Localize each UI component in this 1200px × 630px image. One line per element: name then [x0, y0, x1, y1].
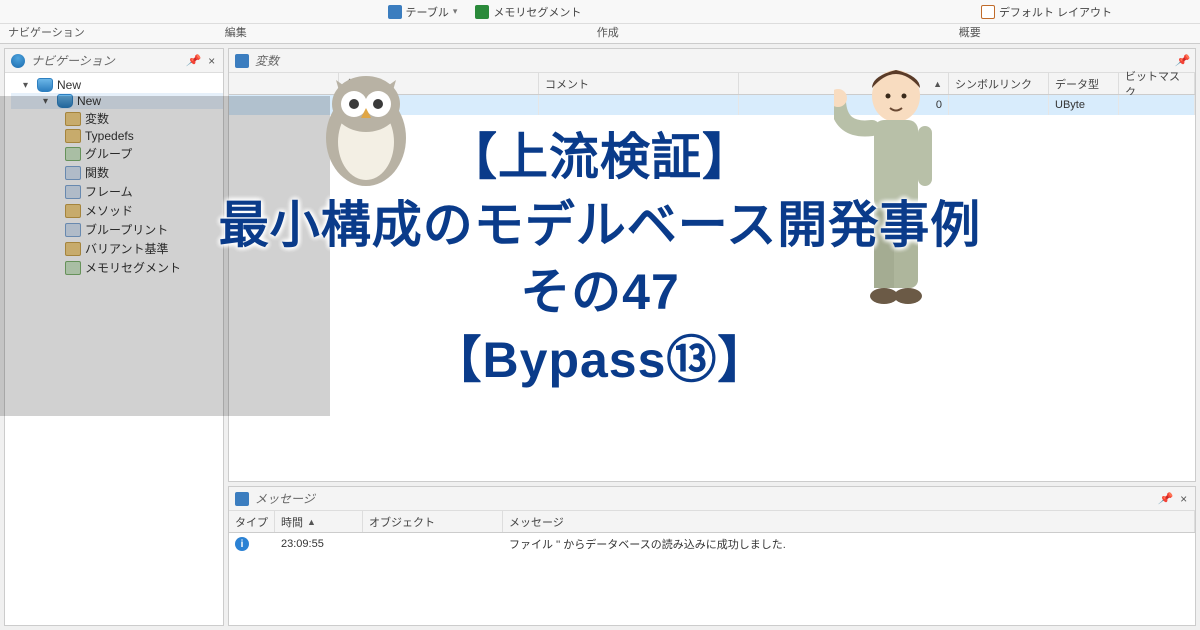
database-icon	[57, 94, 73, 108]
memory-segment-icon	[475, 5, 489, 19]
table-icon	[388, 5, 402, 19]
tree-root[interactable]: ▾ New	[11, 77, 223, 93]
cell-addr[interactable]	[229, 95, 339, 115]
message-grid-header: タイプ 時間▲ オブジェクト メッセージ	[229, 511, 1195, 533]
folder-icon	[65, 223, 81, 237]
tree-item[interactable]: メモリセグメント	[11, 258, 223, 277]
column-name[interactable]: 名前	[339, 73, 539, 94]
column-symbol-link[interactable]: シンボルリンク	[949, 73, 1049, 94]
folder-icon	[65, 204, 81, 218]
toolbar-memseg-label: メモリセグメント	[493, 4, 581, 20]
tree-item-label: 変数	[85, 110, 109, 127]
navigation-tree[interactable]: ▾ New ▾ New 変数 Typedefs グループ 関数 フレーム メソッ…	[5, 73, 223, 625]
close-icon[interactable]: ×	[206, 54, 217, 68]
column-comment[interactable]: コメント	[539, 73, 739, 94]
navigation-icon	[11, 54, 25, 68]
column-msg-object[interactable]: オブジェクト	[363, 511, 503, 532]
info-icon: i	[235, 537, 249, 551]
toolbar-table-label: テーブル	[406, 4, 449, 20]
navigation-pane: ナビゲーション 📌 × ▾ New ▾ New 変数 Typedefs グループ…	[4, 48, 224, 626]
cell-comment[interactable]	[539, 95, 739, 115]
toolbar-sections: ナビゲーション 編集 作成 概要	[0, 24, 1200, 44]
message-row[interactable]: i 23:09:55 ファイル '' からデータベースの読み込みに成功しました.	[229, 533, 1195, 555]
database-icon	[37, 78, 53, 92]
tree-item-label: Typedefs	[85, 129, 134, 143]
expand-icon[interactable]: ▾	[43, 96, 53, 107]
cell-value[interactable]: 0	[739, 95, 949, 115]
tree-item[interactable]: メソッド	[11, 201, 223, 220]
tree-item-label: フレーム	[85, 183, 133, 200]
column-value[interactable]: ▲	[739, 73, 949, 94]
variable-pane-title: 変数	[255, 52, 279, 69]
message-icon	[235, 492, 249, 506]
folder-icon	[65, 166, 81, 180]
tree-item-label: メモリセグメント	[85, 259, 181, 276]
chevron-down-icon: ▾	[453, 6, 458, 17]
variable-pane-header: 変数 📌	[229, 49, 1195, 73]
layout-icon	[981, 5, 995, 19]
pin-icon[interactable]: 📌	[1175, 54, 1189, 67]
toolbar-memseg[interactable]: メモリセグメント	[475, 4, 581, 20]
folder-icon	[65, 129, 81, 143]
tree-item[interactable]: グループ	[11, 144, 223, 163]
folder-icon	[65, 261, 81, 275]
column-addr[interactable]	[229, 73, 339, 94]
section-edit: 編集	[225, 24, 247, 40]
column-data-type[interactable]: データ型	[1049, 73, 1119, 94]
cell-name[interactable]	[339, 95, 539, 115]
toolbar-table[interactable]: テーブル ▾	[388, 4, 458, 20]
expand-icon[interactable]: ▾	[23, 80, 33, 91]
folder-icon	[65, 147, 81, 161]
message-pane: メッセージ 📌 × タイプ 時間▲ オブジェクト メッセージ i 23:09:5…	[228, 486, 1196, 626]
pin-icon[interactable]: 📌	[186, 54, 200, 67]
navigation-pane-title: ナビゲーション	[31, 52, 115, 69]
tree-item-label: ブループリント	[85, 221, 168, 238]
column-msg-text[interactable]: メッセージ	[503, 511, 1195, 532]
column-bitmask[interactable]: ビットマスク	[1119, 73, 1195, 94]
sort-asc-icon: ▲	[933, 79, 942, 89]
close-icon[interactable]: ×	[1178, 492, 1189, 506]
tree-item[interactable]: 変数	[11, 109, 223, 128]
navigation-pane-header: ナビゲーション 📌 ×	[5, 49, 223, 73]
toolbar-default-layout-label: デフォルト レイアウト	[999, 4, 1112, 20]
tree-item[interactable]: バリアント基準	[11, 239, 223, 258]
cell-msg-object	[363, 533, 503, 555]
cell-msg-type: i	[229, 533, 275, 555]
cell-bitmask[interactable]	[1119, 95, 1195, 115]
column-msg-type[interactable]: タイプ	[229, 511, 275, 532]
pin-icon[interactable]: 📌	[1158, 492, 1172, 505]
folder-icon	[65, 242, 81, 256]
tree-item[interactable]: 関数	[11, 163, 223, 182]
tree-item-label: グループ	[85, 145, 132, 162]
variable-pane: 変数 📌 名前 コメント ▲ シンボルリンク データ型 ビットマスク 0 UBy…	[228, 48, 1196, 482]
cell-symbol-link[interactable]	[949, 95, 1049, 115]
tree-item[interactable]: フレーム	[11, 182, 223, 201]
sort-asc-icon: ▲	[307, 517, 316, 527]
section-summary: 概要	[959, 24, 981, 40]
toolbar-default-layout[interactable]: デフォルト レイアウト	[981, 4, 1112, 20]
tree-child[interactable]: ▾ New	[11, 93, 223, 109]
message-pane-header: メッセージ 📌 ×	[229, 487, 1195, 511]
tree-item-label: メソッド	[85, 202, 133, 219]
tree-item[interactable]: ブループリント	[11, 220, 223, 239]
cell-data-type[interactable]: UByte	[1049, 95, 1119, 115]
section-navigation: ナビゲーション	[8, 24, 85, 40]
cell-msg-time: 23:09:55	[275, 533, 363, 555]
cell-msg-text: ファイル '' からデータベースの読み込みに成功しました.	[503, 533, 1195, 555]
tree-item-label: バリアント基準	[85, 240, 169, 257]
message-pane-title: メッセージ	[255, 490, 315, 507]
variable-row[interactable]: 0 UByte	[229, 95, 1195, 115]
variable-grid-header: 名前 コメント ▲ シンボルリンク データ型 ビットマスク	[229, 73, 1195, 95]
folder-icon	[65, 185, 81, 199]
tree-item-label: 関数	[85, 164, 109, 181]
folder-icon	[65, 112, 81, 126]
tree-child-label: New	[77, 94, 101, 108]
column-msg-time[interactable]: 時間▲	[275, 511, 363, 532]
toolbar: テーブル ▾ メモリセグメント デフォルト レイアウト	[0, 0, 1200, 24]
tree-item[interactable]: Typedefs	[11, 128, 223, 144]
tree-root-label: New	[57, 78, 81, 92]
section-create: 作成	[597, 24, 619, 40]
table-icon	[235, 54, 249, 68]
